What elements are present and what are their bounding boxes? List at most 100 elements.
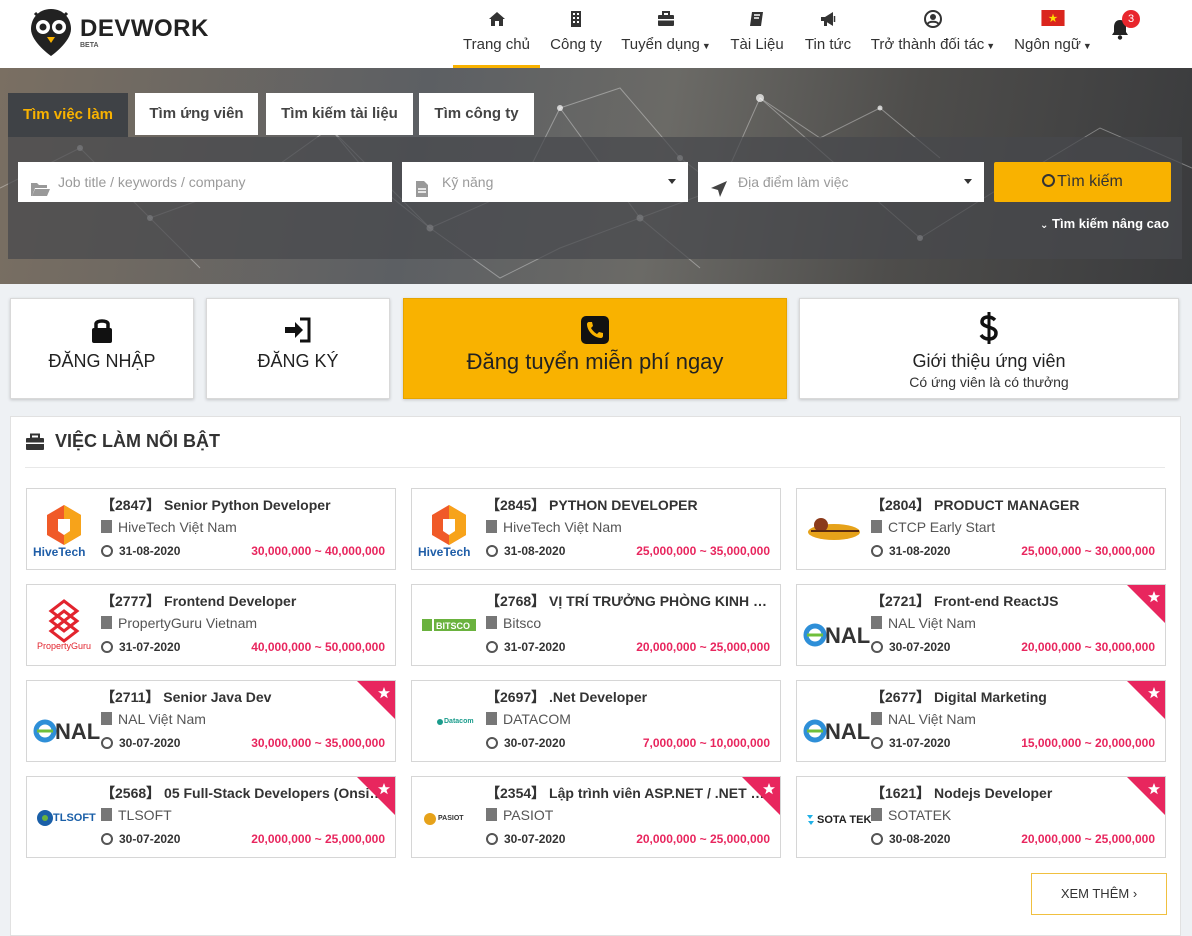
devwork-logo[interactable]: DEVWORK BETA: [28, 6, 208, 58]
job-card[interactable]: BITSCO 【2768】 VỊ TRÍ TRƯỞNG PHÒNG KINH DO…: [411, 584, 781, 666]
building-icon: [871, 808, 882, 821]
skill-select[interactable]: Kỹ năng: [402, 162, 688, 202]
job-date: 30-07-2020: [101, 832, 180, 846]
nav-item-companies[interactable]: Công ty: [546, 10, 606, 68]
building-icon: [546, 10, 606, 32]
building-icon: [101, 616, 112, 629]
nav-label-companies: Công ty: [550, 36, 602, 53]
clock-icon: [486, 737, 498, 749]
top-header: DEVWORK BETA Trang chủ Công ty Tuyển dụn…: [0, 0, 1192, 68]
job-date-value: 30-07-2020: [504, 736, 566, 750]
job-salary: 20,000,000 ~ 25,000,000: [1021, 832, 1155, 846]
keyword-search-input[interactable]: Job title / keywords / company: [18, 162, 392, 202]
nav-item-documents[interactable]: Tài Liệu: [726, 10, 788, 68]
job-company: SOTATEK: [871, 807, 951, 823]
job-salary: 15,000,000 ~ 20,000,000: [1021, 736, 1155, 750]
job-company-name: HiveTech Việt Nam: [503, 519, 622, 535]
refer-candidate-card[interactable]: Giới thiệu ứng viên Có ứng viên là có th…: [799, 298, 1179, 399]
search-button[interactable]: Tìm kiếm: [994, 162, 1171, 202]
job-card[interactable]: NAL 【2711】 Senior Java Dev NAL Việt Nam 30-…: [26, 680, 396, 762]
nal-logo: NAL: [801, 593, 870, 659]
chevron-down-icon: [668, 179, 676, 184]
tlsoft-logo: TLSOFT: [31, 785, 97, 851]
advanced-search-link[interactable]: ⌄ Tìm kiếm nâng cao: [1040, 216, 1169, 231]
company-logo-text: NAL: [825, 719, 871, 744]
job-card[interactable]: NAL 【2721】 Front-end ReactJS NAL Việt Nam 3…: [796, 584, 1166, 666]
job-title[interactable]: 【2711】 Senior Java Dev: [101, 687, 387, 707]
tab-find-candidates[interactable]: Tìm ứng viên: [135, 93, 258, 135]
job-date: 30-08-2020: [871, 832, 950, 846]
job-card[interactable]: Datacom 【2697】 .Net Developer DATACOM 30-07…: [411, 680, 781, 762]
hivetech-logo: HiveTech: [416, 497, 482, 563]
job-title[interactable]: 【2847】 Senior Python Developer: [101, 495, 387, 515]
job-card[interactable]: 【2804】 PRODUCT MANAGER CTCP Early Start 31…: [796, 488, 1166, 570]
logo-text: DEVWORK: [80, 15, 209, 42]
job-card[interactable]: HiveTech 【2847】 Senior Python Developer Hi…: [26, 488, 396, 570]
job-title[interactable]: 【2354】 Lập trình viên ASP.NET / .NET Cor…: [486, 783, 772, 803]
job-company-name: DATACOM: [503, 711, 571, 727]
post-job-free-card[interactable]: Đăng tuyển miễn phí ngay: [403, 298, 787, 399]
job-title[interactable]: 【2677】 Digital Marketing: [871, 687, 1157, 707]
chevron-right-icon: ›: [1132, 886, 1138, 901]
file-icon: [414, 173, 432, 197]
job-card[interactable]: PropertyGuru 【2777】 Frontend Developer Pro…: [26, 584, 396, 666]
hot-star-ribbon-icon: [1127, 777, 1165, 815]
advanced-search-label: Tìm kiếm nâng cao: [1052, 216, 1170, 231]
job-card[interactable]: NAL 【2677】 Digital Marketing NAL Việt Nam 3…: [796, 680, 1166, 762]
location-select-placeholder: Địa điểm làm việc: [738, 174, 849, 190]
login-card[interactable]: ĐĂNG NHẬP: [10, 298, 194, 399]
register-card[interactable]: ĐĂNG KÝ: [206, 298, 390, 399]
job-card[interactable]: PASIOT 【2354】 Lập trình viên ASP.NET / .N…: [411, 776, 781, 858]
clock-icon: [101, 737, 113, 749]
job-title[interactable]: 【2568】 05 Full-Stack Developers (Onsite …: [101, 783, 387, 803]
job-salary: 30,000,000 ~ 40,000,000: [251, 544, 385, 558]
job-title[interactable]: 【2845】 PYTHON DEVELOPER: [486, 495, 772, 515]
nav-item-partner[interactable]: Trở thành đối tác ▼: [868, 10, 998, 68]
job-date-value: 30-07-2020: [889, 640, 951, 654]
company-logo-text: Datacom: [444, 718, 474, 725]
job-date: 31-08-2020: [101, 544, 180, 558]
building-icon: [871, 520, 882, 533]
job-salary: 25,000,000 ~ 35,000,000: [636, 544, 770, 558]
job-date-value: 30-07-2020: [119, 832, 181, 846]
nav-label-home: Trang chủ: [463, 36, 530, 53]
owl-logo-icon: [31, 9, 71, 56]
post-job-free-label: Đăng tuyển miễn phí ngay: [466, 349, 724, 374]
tab-find-jobs[interactable]: Tìm việc làm: [8, 93, 128, 137]
job-card[interactable]: HiveTech 【2845】 PYTHON DEVELOPER HiveTech …: [411, 488, 781, 570]
job-title[interactable]: 【2804】 PRODUCT MANAGER: [871, 495, 1157, 515]
job-title[interactable]: 【2697】 .Net Developer: [486, 687, 772, 707]
tab-find-companies[interactable]: Tìm công ty: [419, 93, 534, 135]
see-more-button[interactable]: XEM THÊM ›: [1031, 873, 1167, 915]
keyword-search-placeholder: Job title / keywords / company: [58, 174, 246, 190]
job-title[interactable]: 【2721】 Front-end ReactJS: [871, 591, 1157, 611]
job-company: NAL Việt Nam: [871, 711, 976, 727]
nav-item-news[interactable]: Tin tức: [800, 10, 856, 68]
job-company: PASIOT: [486, 807, 553, 823]
location-select[interactable]: Địa điểm làm việc: [698, 162, 984, 202]
chevron-down-icon: ▼: [986, 41, 996, 51]
nav-item-home[interactable]: Trang chủ: [453, 10, 540, 68]
job-company-name: PASIOT: [503, 807, 554, 823]
nav-label-news: Tin tức: [804, 36, 852, 53]
job-title[interactable]: 【2777】 Frontend Developer: [101, 591, 387, 611]
nav-item-recruitment[interactable]: Tuyển dụng ▼: [620, 10, 712, 68]
job-title[interactable]: 【2768】 VỊ TRÍ TRƯỞNG PHÒNG KINH DOANH: [486, 591, 772, 611]
company-logo-text: SOTA TEK: [817, 814, 872, 826]
job-title[interactable]: 【1621】 Nodejs Developer: [871, 783, 1157, 803]
refer-candidate-label: Giới thiệu ứng viên: [912, 351, 1066, 371]
job-company-name: HiveTech Việt Nam: [118, 519, 237, 535]
job-card[interactable]: TLSOFT 【2568】 05 Full-Stack Developers (O…: [26, 776, 396, 858]
job-date-value: 30-07-2020: [119, 736, 181, 750]
megaphone-icon: [800, 10, 856, 32]
tab-find-documents[interactable]: Tìm kiếm tài liệu: [266, 93, 413, 135]
nav-item-language[interactable]: Ngôn ngữ ▼: [1012, 10, 1094, 68]
job-company-name: NAL Việt Nam: [118, 711, 206, 727]
clock-icon: [101, 641, 113, 653]
building-icon: [486, 616, 497, 629]
job-company: HiveTech Việt Nam: [486, 519, 622, 535]
company-logo-text: NAL: [55, 719, 101, 744]
job-card[interactable]: SOTA TEK 【1621】 Nodejs Developer SOTATEK 30…: [796, 776, 1166, 858]
company-logo-text: PASIOT: [438, 815, 464, 822]
job-date-value: 31-08-2020: [119, 544, 181, 558]
